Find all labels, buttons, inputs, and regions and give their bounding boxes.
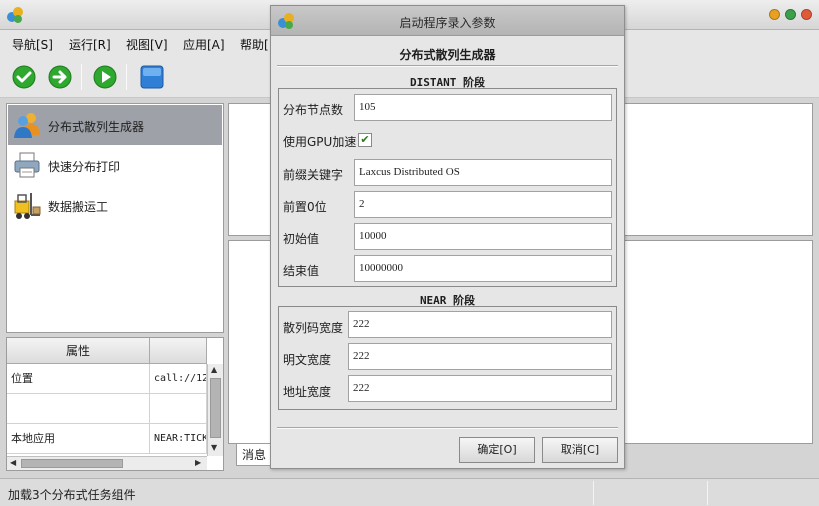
property-name bbox=[7, 394, 150, 424]
hash-width-input[interactable]: 222 bbox=[348, 311, 612, 338]
menu-navigate[interactable]: 导航[S] bbox=[12, 36, 53, 53]
divider bbox=[277, 65, 618, 67]
end-label: 结束值 bbox=[283, 264, 320, 278]
property-value bbox=[150, 394, 207, 424]
address-width-label: 地址宽度 bbox=[283, 385, 332, 399]
app-logo-icon bbox=[7, 7, 23, 23]
property-name: 本地应用 bbox=[7, 424, 150, 454]
horizontal-scrollbar[interactable]: ◀ ▶ bbox=[7, 456, 207, 470]
dialog-titlebar[interactable]: 启动程序录入参数 bbox=[271, 6, 624, 36]
gpu-label: 使用GPU加速 bbox=[283, 135, 357, 149]
begin-label: 初始值 bbox=[283, 232, 320, 246]
begin-input[interactable]: 10000 bbox=[354, 223, 612, 250]
menu-view[interactable]: 视图[V] bbox=[126, 36, 168, 53]
toolbar-separator bbox=[81, 64, 82, 90]
hash-width-label: 散列码宽度 bbox=[283, 321, 344, 335]
plain-width-label: 明文宽度 bbox=[283, 353, 332, 367]
keyword-input[interactable]: Laxcus Distributed OS bbox=[354, 159, 612, 186]
dialog-title: 启动程序录入参数 bbox=[399, 16, 496, 30]
square-icon[interactable] bbox=[139, 64, 165, 90]
property-value: NEAR:TICK bbox=[150, 424, 207, 454]
vertical-scrollbar[interactable]: ▲ ▼ bbox=[207, 364, 223, 456]
scroll-down-icon[interactable]: ▼ bbox=[211, 443, 217, 452]
end-input[interactable]: 10000000 bbox=[354, 255, 612, 282]
scroll-right-icon[interactable]: ▶ bbox=[195, 458, 201, 467]
component-list: 分布式散列生成器 快速分布打印 数据搬运工 bbox=[6, 103, 224, 333]
near-group: 散列码宽度 222 明文宽度 222 地址宽度 222 bbox=[278, 306, 617, 410]
node-count-input[interactable]: 105 bbox=[354, 94, 612, 121]
status-text: 加载3个分布式任务组件 bbox=[8, 488, 136, 502]
users-icon bbox=[14, 113, 40, 138]
gpu-checkbox[interactable]: ✔ bbox=[358, 133, 372, 147]
forklift-icon bbox=[14, 193, 41, 219]
status-divider bbox=[593, 481, 594, 505]
horizontal-scroll-thumb[interactable] bbox=[21, 459, 123, 468]
scroll-up-icon[interactable]: ▲ bbox=[211, 365, 217, 374]
list-item-label: 数据搬运工 bbox=[48, 200, 109, 214]
menu-apps[interactable]: 应用[A] bbox=[183, 36, 225, 53]
vertical-scroll-thumb[interactable] bbox=[210, 378, 221, 438]
column-header-property[interactable]: 属性 bbox=[7, 338, 150, 364]
dialog-heading: 分布式散列生成器 bbox=[399, 48, 496, 62]
menu-help[interactable]: 帮助[ bbox=[240, 36, 269, 53]
maximize-button[interactable] bbox=[785, 9, 796, 20]
list-item-quick-print[interactable]: 快速分布打印 bbox=[8, 145, 222, 185]
list-item-hash-generator[interactable]: 分布式散列生成器 bbox=[8, 105, 222, 145]
minimize-button[interactable] bbox=[769, 9, 780, 20]
property-value: call://12 bbox=[150, 364, 207, 394]
divider bbox=[277, 427, 618, 429]
list-item-label: 分布式散列生成器 bbox=[48, 120, 145, 134]
property-table: 属性 位置 call://12 本地应用 NEAR:TICK ▲ ▼ ◀ ▶ bbox=[6, 337, 224, 471]
list-item-label: 快速分布打印 bbox=[48, 160, 121, 174]
toolbar-separator bbox=[126, 64, 127, 90]
close-button[interactable] bbox=[801, 9, 812, 20]
tab-messages[interactable]: 消息 bbox=[236, 444, 272, 466]
node-count-label: 分布节点数 bbox=[283, 103, 344, 117]
parameter-dialog: 启动程序录入参数 分布式散列生成器 DISTANT 阶段 分布节点数 105 使… bbox=[270, 5, 625, 469]
column-header-value[interactable] bbox=[150, 338, 207, 364]
play-icon[interactable] bbox=[92, 64, 118, 90]
property-name: 位置 bbox=[7, 364, 150, 394]
zero-prefix-label: 前置0位 bbox=[283, 200, 327, 214]
check-icon[interactable] bbox=[11, 64, 37, 90]
scroll-left-icon[interactable]: ◀ bbox=[10, 458, 16, 467]
status-divider bbox=[707, 481, 708, 505]
printer-icon bbox=[14, 152, 40, 178]
ok-button[interactable]: 确定[O] bbox=[459, 437, 535, 463]
list-item-data-mover[interactable]: 数据搬运工 bbox=[8, 185, 222, 225]
address-width-input[interactable]: 222 bbox=[348, 375, 612, 402]
status-bar: 加载3个分布式任务组件 bbox=[0, 478, 819, 506]
plain-width-input[interactable]: 222 bbox=[348, 343, 612, 370]
keyword-label: 前缀关键字 bbox=[283, 168, 344, 182]
arrow-right-icon[interactable] bbox=[47, 64, 73, 90]
menu-run[interactable]: 运行[R] bbox=[69, 36, 111, 53]
zero-prefix-input[interactable]: 2 bbox=[354, 191, 612, 218]
distant-group: 分布节点数 105 使用GPU加速 ✔ 前缀关键字 Laxcus Distrib… bbox=[278, 88, 617, 287]
cancel-button[interactable]: 取消[C] bbox=[542, 437, 618, 463]
